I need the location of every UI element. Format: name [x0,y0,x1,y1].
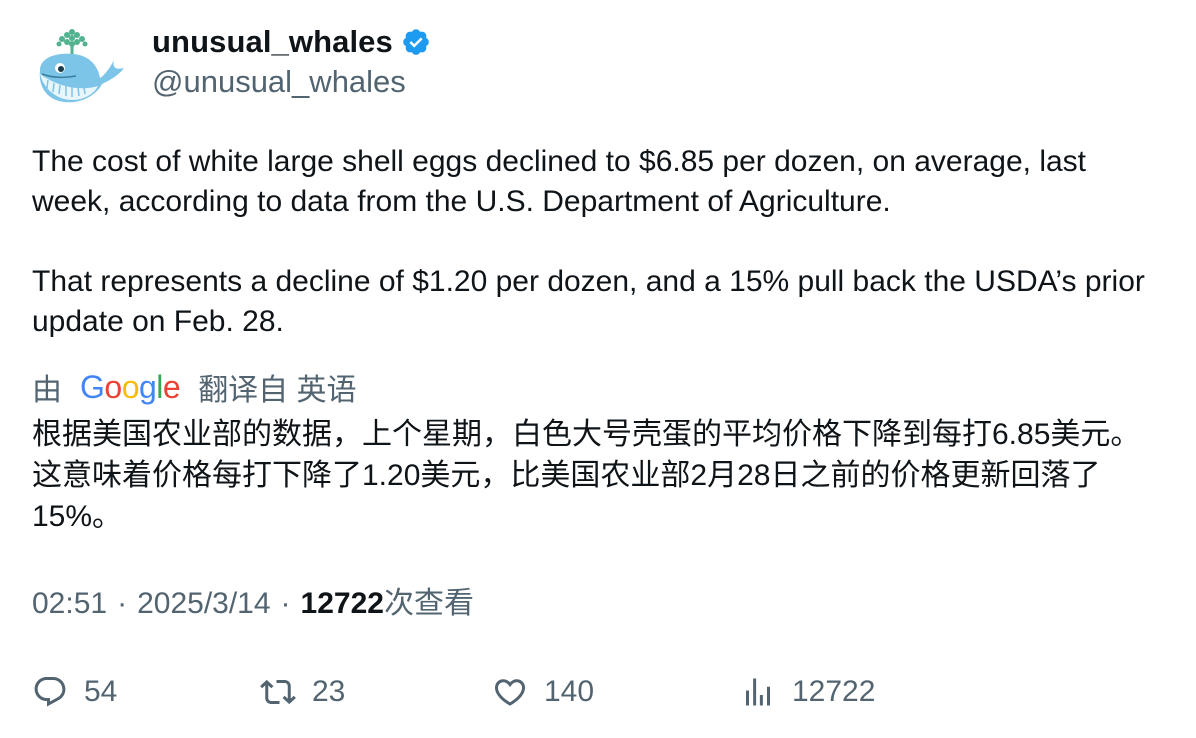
user-names: unusual_whales @unusual_whales [152,22,431,102]
views-button[interactable]: 12722 [740,668,875,716]
meta-separator: · [280,587,291,620]
reply-count: 54 [84,675,118,708]
reply-button[interactable]: 54 [32,668,117,716]
name-row: unusual_whales [152,22,431,62]
like-button[interactable]: 140 [492,668,594,716]
verified-badge-icon[interactable] [401,27,431,57]
google-logo[interactable]: Google [80,369,181,406]
meta-separator: · [117,587,128,620]
retweet-icon [260,674,296,710]
translation-attribution: 由 Google 翻译自 英语 [32,366,357,408]
tweet-date[interactable]: 2025/3/14 [137,584,270,624]
translation-prefix: 由 [32,374,62,407]
reply-icon [32,674,68,710]
user-handle[interactable]: @unusual_whales [152,62,431,102]
analytics-bar-icon [740,674,776,710]
tweet-time[interactable]: 02:51 [32,584,107,624]
tweet-text: The cost of white large shell eggs decli… [32,142,1172,342]
retweet-count: 23 [312,675,346,708]
views-label: 次查看 [383,587,474,620]
translation-source-label: 翻译自 英语 [198,374,357,407]
like-count: 140 [544,675,595,708]
tweet-paragraph: The cost of white large shell eggs decli… [32,145,1086,218]
heart-icon [492,674,528,710]
tweet-actions: 54 23 140 12722 [32,668,1172,716]
tweet-paragraph: That represents a decline of $1.20 per d… [32,265,1145,338]
retweet-button[interactable]: 23 [260,668,345,716]
translated-text: 根据美国农业部的数据，上个星期，白色大号壳蛋的平均价格下降到每打6.85美元。 … [32,418,1141,533]
tweet-header: unusual_whales @unusual_whales [32,22,431,118]
display-name[interactable]: unusual_whales [152,22,393,62]
whale-avatar-icon[interactable] [32,22,128,118]
views-action-count: 12722 [792,675,876,708]
tweet-card: unusual_whales @unusual_whales The cost … [0,0,1196,738]
views-count[interactable]: 12722 [301,584,384,624]
tweet-meta: 02:51 · 2025/3/14 · 12722 次查看 [32,584,474,624]
